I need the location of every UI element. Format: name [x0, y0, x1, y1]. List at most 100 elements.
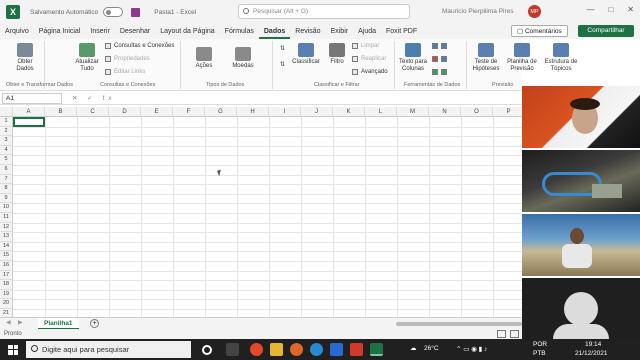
chrome-icon[interactable]	[250, 343, 263, 356]
weather-temp[interactable]: 26°C	[424, 345, 439, 352]
name-box[interactable]: A1	[2, 92, 62, 104]
save-icon[interactable]	[131, 7, 141, 17]
menu-tab[interactable]: Layout da Página	[155, 24, 220, 39]
user-avatar[interactable]: MP	[528, 5, 541, 18]
weather-icon[interactable]: ☁	[410, 344, 417, 352]
menu-tab[interactable]: Página Inicial	[34, 24, 86, 39]
menu-tab[interactable]: Dados	[258, 24, 291, 39]
windows-start-icon[interactable]	[8, 344, 18, 355]
comments-button[interactable]: ▢ Comentários	[511, 25, 568, 37]
clock-date[interactable]: 21/12/2021	[575, 350, 608, 357]
prev-sheet-icon[interactable]: ◀	[6, 319, 11, 326]
avancado-button[interactable]: Avançado	[352, 69, 388, 75]
acoes-button[interactable]: Ações	[190, 47, 218, 70]
menu-tab[interactable]: Ajuda	[353, 24, 381, 39]
taskbar-search-input[interactable]: Digite aqui para pesquisar	[26, 341, 191, 358]
menu-tab[interactable]: Revisão	[290, 24, 325, 39]
row-header[interactable]: 14	[0, 241, 13, 252]
row-header[interactable]: 6	[0, 165, 13, 175]
column-header[interactable]: F	[173, 107, 205, 117]
row-header[interactable]: 8	[0, 184, 13, 194]
remove-duplicates-button[interactable]	[432, 56, 447, 62]
column-header[interactable]: P	[493, 107, 522, 117]
relationships-button[interactable]	[432, 69, 447, 75]
selected-cell-a1[interactable]	[13, 117, 45, 127]
horizontal-scrollbar[interactable]	[396, 322, 522, 326]
planilha-previsao-button[interactable]: Planilha de Previsão	[506, 43, 538, 73]
moedas-button[interactable]: Moedas	[228, 47, 258, 70]
row-header[interactable]: 5	[0, 155, 13, 165]
propriedades-button[interactable]: Propriedades	[105, 56, 150, 62]
obter-dados-button[interactable]: Obter Dados	[8, 43, 42, 73]
page-layout-view-icon[interactable]	[510, 330, 519, 338]
row-header[interactable]: 4	[0, 145, 13, 156]
column-header[interactable]: K	[333, 107, 365, 117]
search-input[interactable]: Pesquisar (Alt + G)	[238, 4, 410, 19]
autosave-toggle[interactable]	[103, 7, 124, 17]
row-header[interactable]: 11	[0, 213, 13, 223]
lang-top[interactable]: POR	[533, 341, 547, 348]
teste-hipoteses-button[interactable]: Teste de Hipóteses	[468, 43, 504, 73]
consultas-conexoes-button[interactable]: Consultas e Conexões	[105, 43, 174, 49]
column-header[interactable]: H	[237, 107, 269, 117]
row-header[interactable]: 16	[0, 261, 13, 271]
lang-bottom[interactable]: PTB	[533, 350, 546, 357]
column-header[interactable]: O	[461, 107, 493, 117]
row-header[interactable]: 19	[0, 289, 13, 300]
sort-az-button[interactable]: ⇅	[280, 45, 285, 52]
column-header[interactable]: B	[45, 107, 77, 117]
column-header[interactable]: N	[429, 107, 461, 117]
edge-icon[interactable]	[310, 343, 323, 356]
menu-tab[interactable]: Exibir	[326, 24, 354, 39]
formula-controls[interactable]: ✕ ✓ fx	[72, 94, 116, 102]
menu-tab[interactable]: Inserir	[85, 24, 114, 39]
row-header[interactable]: 18	[0, 280, 13, 290]
close-icon[interactable]: ✕	[627, 5, 634, 14]
normal-view-icon[interactable]	[497, 330, 506, 338]
limpar-button[interactable]: Limpar	[352, 43, 379, 49]
file-explorer-icon[interactable]	[270, 343, 283, 356]
flash-fill-button[interactable]	[432, 43, 447, 49]
filtro-button[interactable]: Filtro	[326, 43, 348, 66]
column-header[interactable]: C	[77, 107, 109, 117]
menu-tab[interactable]: Desenhar	[115, 24, 155, 39]
clock-time[interactable]: 19:14	[585, 341, 601, 348]
estrutura-topicos-button[interactable]: Estrutura de Tópicos	[542, 43, 580, 73]
row-header[interactable]: 12	[0, 222, 13, 233]
atualizar-tudo-button[interactable]: Atualizar Tudo	[72, 43, 102, 73]
column-header[interactable]: G	[205, 107, 237, 117]
row-header[interactable]: 9	[0, 193, 13, 204]
column-header[interactable]: J	[301, 107, 333, 117]
share-button[interactable]: Compartilhar	[578, 25, 634, 37]
row-header[interactable]: 13	[0, 232, 13, 242]
tray-icons[interactable]: ⌃ ▭ ◉ ▮ ♪	[456, 345, 487, 353]
row-header[interactable]: 21	[0, 309, 13, 317]
next-sheet-icon[interactable]: ▶	[18, 319, 23, 326]
worksheet-grid[interactable]: A B C D E F G H I J K L M N O P 1 2 3 4 5 6 7 8 9 10 11 12 13 14 15 16 1…	[0, 107, 522, 317]
sort-za-button[interactable]: ⇅	[280, 61, 285, 68]
excel-taskbar-icon[interactable]	[370, 343, 383, 356]
column-header[interactable]: E	[141, 107, 173, 117]
column-header[interactable]: M	[397, 107, 429, 117]
menu-tab[interactable]: Fórmulas	[220, 24, 259, 39]
row-header[interactable]: 3	[0, 136, 13, 146]
editar-links-button[interactable]: Editar Links	[105, 69, 145, 75]
minimize-icon[interactable]: —	[586, 5, 594, 14]
column-header[interactable]: D	[109, 107, 141, 117]
column-header[interactable]: A	[13, 107, 45, 117]
row-header[interactable]: 20	[0, 299, 13, 309]
texto-colunas-button[interactable]: Texto para Colunas	[398, 43, 428, 73]
menu-tab[interactable]: Arquivo	[0, 24, 34, 39]
task-view-icon[interactable]	[226, 343, 239, 356]
zoom-icon[interactable]	[330, 343, 343, 356]
row-header[interactable]: 17	[0, 270, 13, 281]
firefox-icon[interactable]	[290, 343, 303, 356]
maximize-icon[interactable]: □	[608, 5, 613, 14]
row-header[interactable]: 10	[0, 203, 13, 213]
reaplicar-button[interactable]: Reaplicar	[352, 56, 386, 62]
row-header[interactable]: 2	[0, 126, 13, 137]
menu-tab[interactable]: Foxit PDF	[381, 24, 422, 39]
row-header[interactable]: 15	[0, 251, 13, 261]
row-header[interactable]: 1	[0, 117, 13, 127]
cortana-icon[interactable]	[202, 345, 212, 355]
